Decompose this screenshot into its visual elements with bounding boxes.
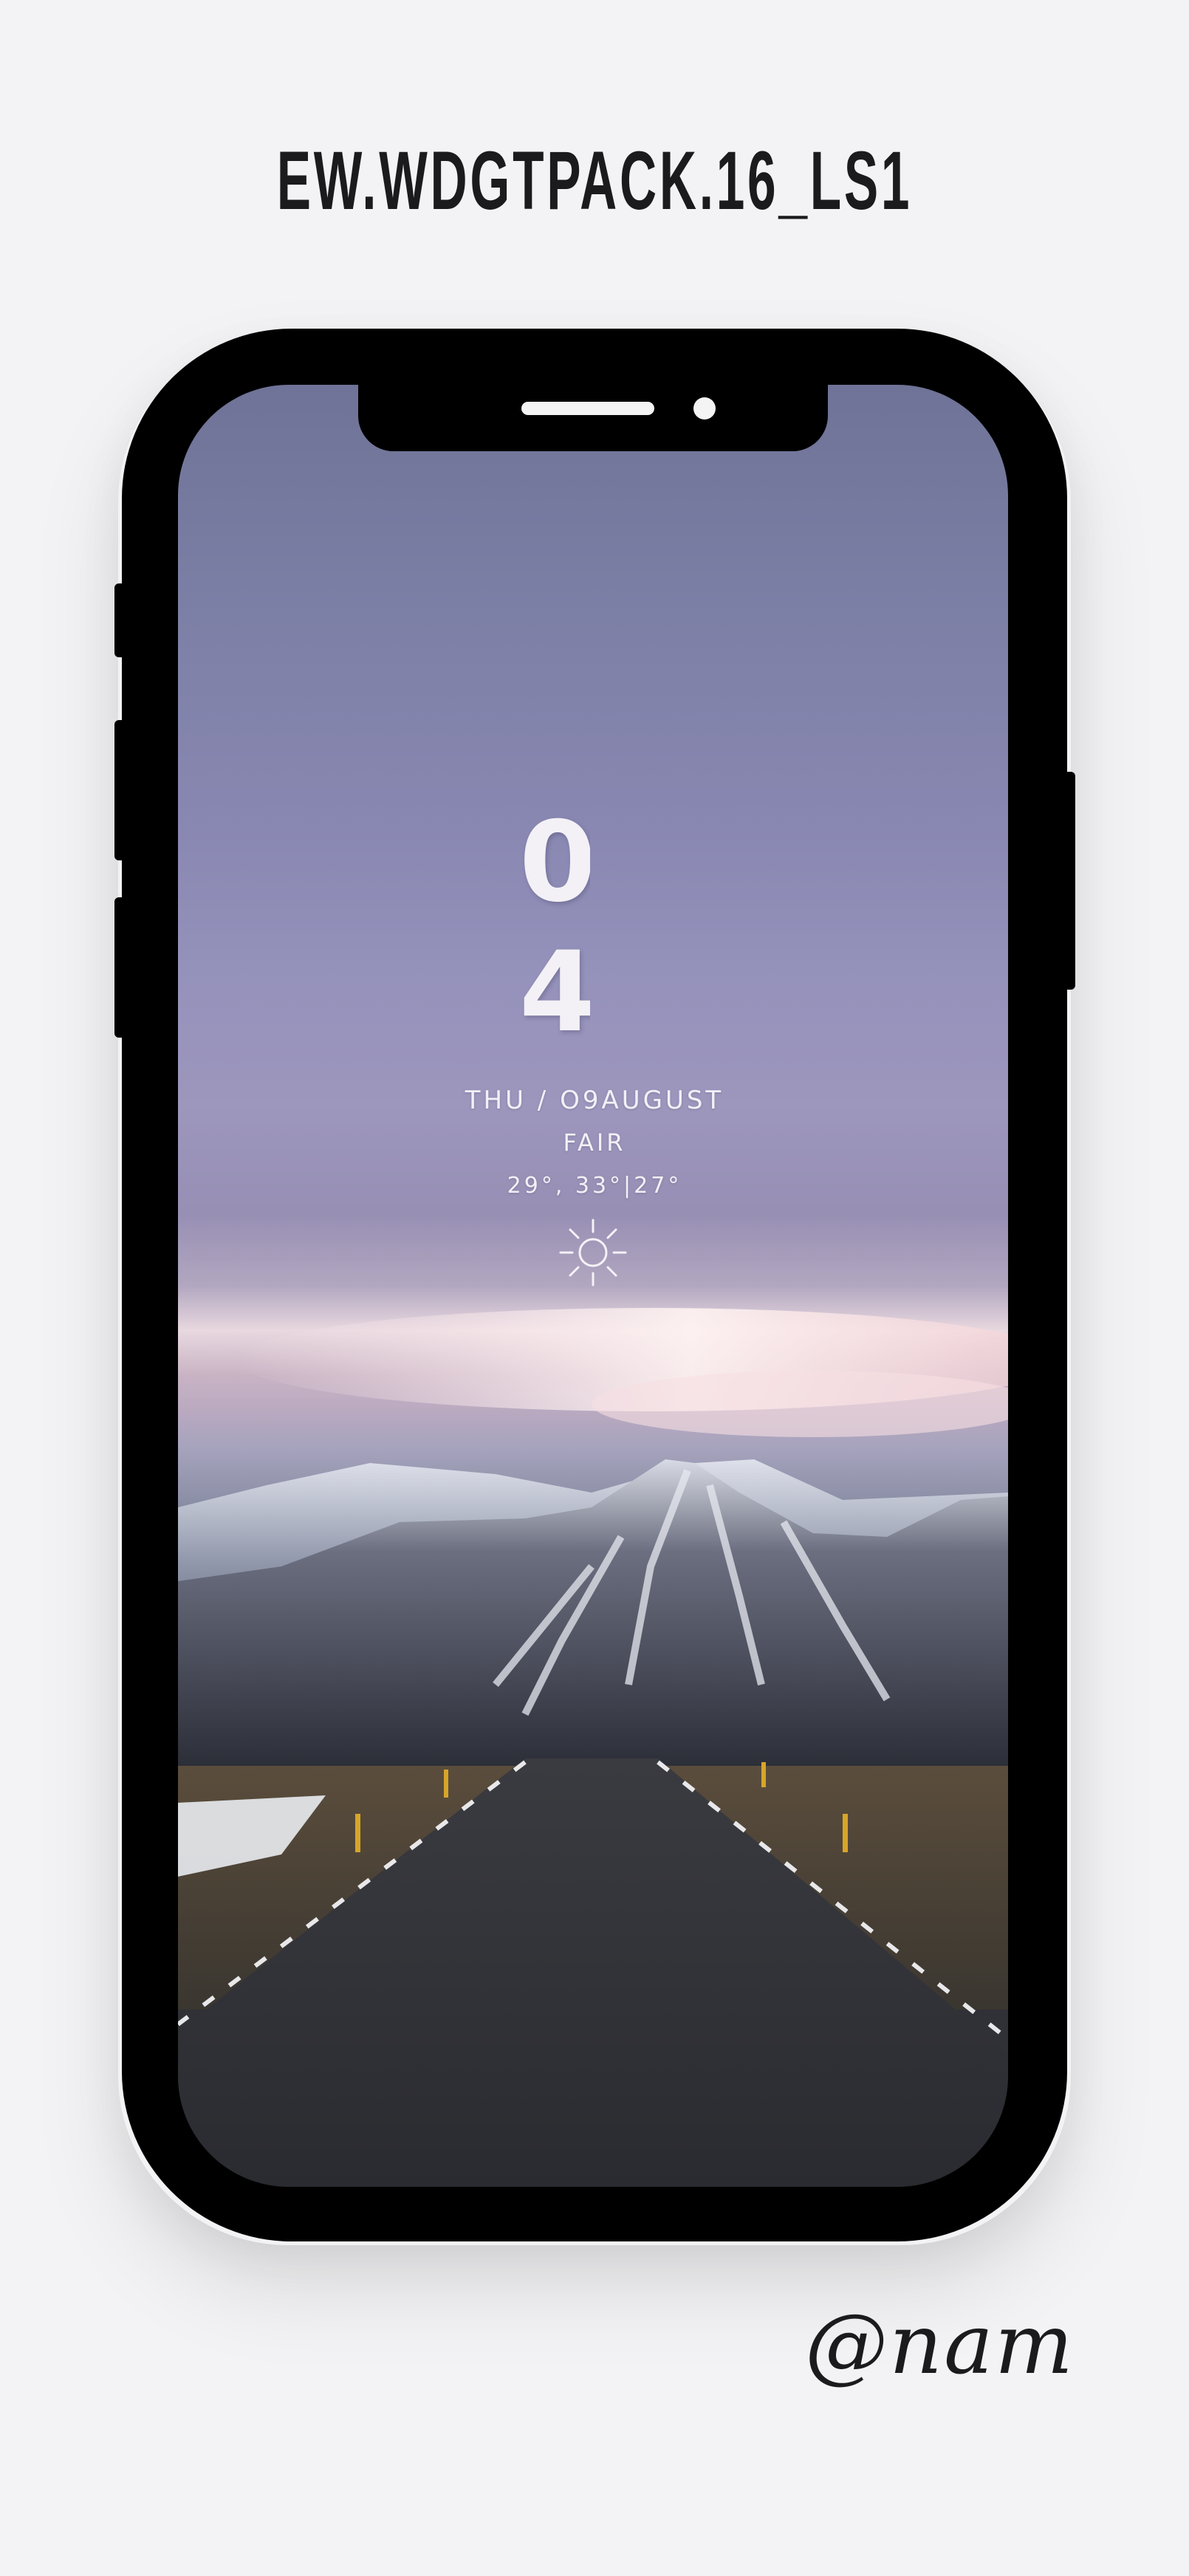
date-label: THU / O9AUGUST: [465, 1086, 724, 1115]
weather-condition: FAIR: [563, 1128, 626, 1157]
temperature-readout: 29°, 33°|27°: [507, 1173, 682, 1199]
earpiece-speaker: [521, 402, 654, 415]
clock-hour-tens: 07: [519, 812, 590, 913]
display-notch: [358, 385, 828, 451]
sun-icon: [559, 1219, 627, 1287]
front-camera: [693, 397, 716, 419]
clock-minute-tens: 48: [519, 942, 590, 1043]
author-credit: @nam: [805, 2297, 1075, 2393]
page-title: EW.WDGTPACK.16_LS1: [276, 134, 913, 227]
